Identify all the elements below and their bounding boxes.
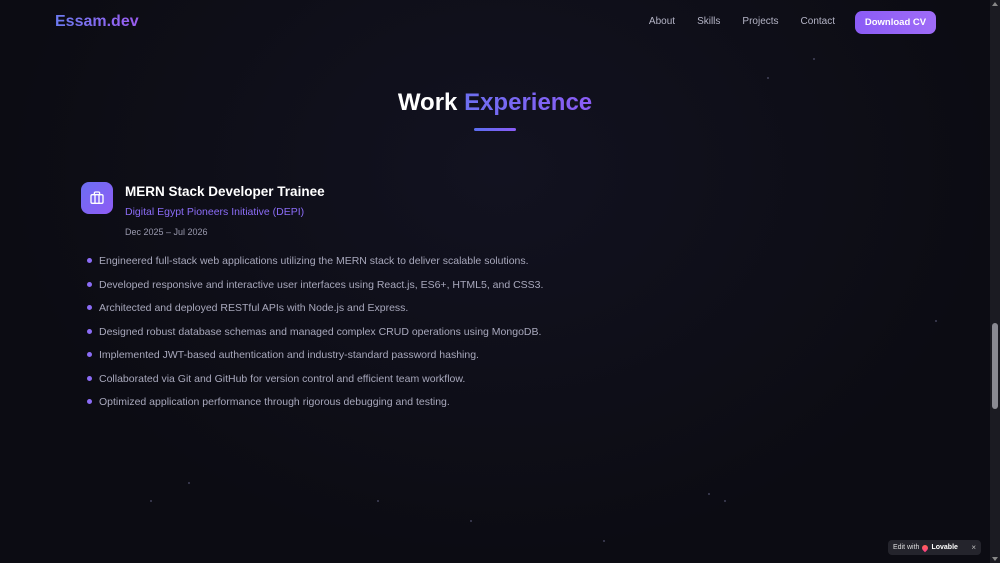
lovable-heart-icon	[921, 543, 930, 552]
job-title: MERN Stack Developer Trainee	[125, 184, 325, 199]
star	[724, 500, 726, 502]
site-logo[interactable]: Essam.dev	[55, 13, 139, 31]
briefcase-icon	[81, 182, 113, 214]
star	[813, 58, 815, 60]
nav-link-skills[interactable]: Skills	[697, 16, 720, 27]
star	[377, 500, 379, 502]
star	[603, 540, 605, 542]
star	[935, 320, 937, 322]
list-item: Implemented JWT-based authentication and…	[87, 348, 543, 372]
list-item: Engineered full-stack web applications u…	[87, 254, 543, 278]
scrollbar[interactable]	[990, 0, 1000, 563]
lovable-badge[interactable]: Edit with Lovable ×	[888, 540, 981, 555]
list-item: Architected and deployed RESTful APIs wi…	[87, 301, 543, 325]
star	[767, 77, 769, 79]
list-item: Designed robust database schemas and man…	[87, 325, 543, 349]
navbar: Essam.dev About Skills Projects Contact …	[0, 0, 990, 44]
page: Essam.dev About Skills Projects Contact …	[0, 0, 1000, 563]
star	[708, 493, 710, 495]
nav-link-projects[interactable]: Projects	[742, 16, 778, 27]
section-title-plain: Work	[397, 89, 458, 116]
list-item: Optimized application performance throug…	[87, 395, 543, 419]
scroll-up-arrow-icon[interactable]	[992, 2, 998, 6]
star	[188, 482, 190, 484]
badge-brand: Lovable	[931, 544, 958, 551]
section-title-accent: Experience	[464, 89, 593, 116]
employment-dates: Dec 2025 – Jul 2026	[125, 227, 208, 237]
download-cv-button[interactable]: Download CV	[855, 11, 936, 34]
star	[150, 500, 152, 502]
nav-link-contact[interactable]: Contact	[801, 16, 835, 27]
scrollbar-thumb[interactable]	[992, 323, 998, 409]
section-title: Work Experience	[0, 89, 990, 117]
nav-links: About Skills Projects Contact	[649, 16, 835, 27]
list-item: Collaborated via Git and GitHub for vers…	[87, 372, 543, 396]
star	[470, 520, 472, 522]
responsibilities-list: Engineered full-stack web applications u…	[87, 254, 543, 419]
nav-link-about[interactable]: About	[649, 16, 675, 27]
close-icon[interactable]: ×	[971, 543, 976, 552]
title-underline	[474, 128, 516, 131]
company-name: Digital Egypt Pioneers Initiative (DEPI)	[125, 206, 305, 218]
badge-prefix: Edit with	[893, 544, 920, 551]
list-item: Developed responsive and interactive use…	[87, 278, 543, 302]
scroll-down-arrow-icon[interactable]	[992, 557, 998, 561]
